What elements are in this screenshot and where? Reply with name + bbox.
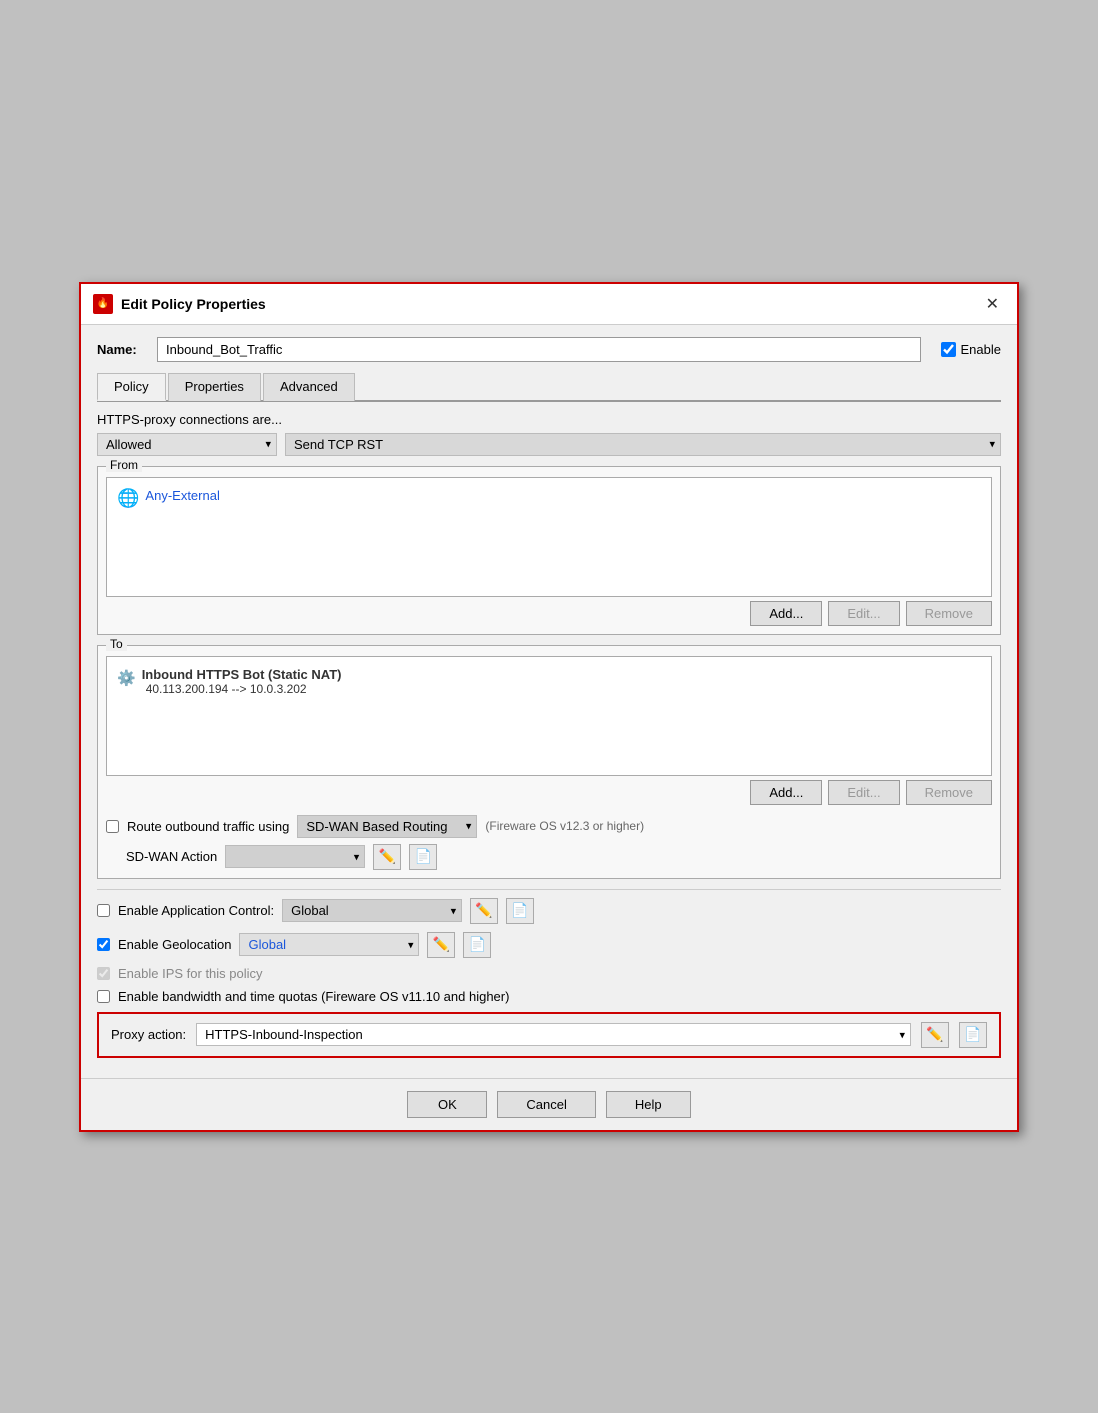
proxy-action-new-button[interactable]: 📄 bbox=[959, 1022, 987, 1048]
geolocation-wrapper: Global bbox=[239, 933, 419, 956]
route-note: (Fireware OS v12.3 or higher) bbox=[485, 819, 644, 833]
to-edit-button[interactable]: Edit... bbox=[828, 780, 899, 805]
from-add-button[interactable]: Add... bbox=[750, 601, 822, 626]
sdwan-action-wrapper bbox=[225, 845, 365, 868]
to-list[interactable]: ⚙️ Inbound HTTPS Bot (Static NAT) 40.113… bbox=[106, 656, 992, 776]
https-dropdowns: Allowed Denied Send TCP RST bbox=[97, 433, 1001, 456]
name-row: Name: Enable bbox=[97, 337, 1001, 362]
any-external-text: Any-External bbox=[145, 488, 219, 503]
to-item-icon: ⚙️ bbox=[117, 669, 136, 687]
tab-policy[interactable]: Policy bbox=[97, 373, 166, 401]
https-proxy-section: HTTPS-proxy connections are... Allowed D… bbox=[97, 412, 1001, 456]
enable-label: Enable bbox=[941, 342, 1001, 357]
dialog-title: Edit Policy Properties bbox=[121, 296, 266, 312]
tab-properties[interactable]: Properties bbox=[168, 373, 261, 401]
from-list[interactable]: 🌐 Any-External bbox=[106, 477, 992, 597]
ok-button[interactable]: OK bbox=[407, 1091, 487, 1118]
name-label: Name: bbox=[97, 342, 147, 357]
to-item-text: Inbound HTTPS Bot (Static NAT) 40.113.20… bbox=[142, 667, 342, 696]
sdwan-action-select[interactable] bbox=[225, 845, 365, 868]
dialog-content: Name: Enable Policy Properties Advanced … bbox=[81, 325, 1017, 1078]
from-section: From 🌐 Any-External Add... Edit... Remov… bbox=[97, 466, 1001, 635]
route-row: Route outbound traffic using SD-WAN Base… bbox=[106, 815, 992, 838]
bottom-controls: Enable Application Control: Global ✏️ 📄 … bbox=[97, 889, 1001, 1066]
to-section: To ⚙️ Inbound HTTPS Bot (Static NAT) 40.… bbox=[97, 645, 1001, 879]
help-button[interactable]: Help bbox=[606, 1091, 691, 1118]
app-control-checkbox[interactable] bbox=[97, 904, 110, 917]
https-label: HTTPS-proxy connections are... bbox=[97, 412, 1001, 427]
geolocation-new-button[interactable]: 📄 bbox=[463, 932, 491, 958]
app-control-row: Enable Application Control: Global ✏️ 📄 bbox=[97, 898, 1001, 924]
list-item: 🌐 Any-External bbox=[113, 484, 985, 513]
from-edit-button[interactable]: Edit... bbox=[828, 601, 899, 626]
route-label: Route outbound traffic using bbox=[127, 819, 289, 834]
app-control-wrapper: Global bbox=[282, 899, 462, 922]
from-btn-row: Add... Edit... Remove bbox=[106, 601, 992, 626]
ips-row: Enable IPS for this policy bbox=[97, 966, 1001, 981]
route-dropdown-wrapper: SD-WAN Based Routing bbox=[297, 815, 477, 838]
from-label: From bbox=[106, 458, 142, 472]
any-external-icon: 🌐 bbox=[117, 488, 139, 509]
footer-row: OK Cancel Help bbox=[81, 1078, 1017, 1130]
proxy-action-section: Proxy action: HTTPS-Inbound-Inspection ✏… bbox=[97, 1012, 1001, 1058]
proxy-action-label: Proxy action: bbox=[111, 1027, 186, 1042]
ips-checkbox[interactable] bbox=[97, 967, 110, 980]
https-allowed-select[interactable]: Allowed Denied bbox=[97, 433, 277, 456]
tab-bar: Policy Properties Advanced bbox=[97, 372, 1001, 402]
name-input[interactable] bbox=[157, 337, 921, 362]
allowed-select-wrapper: Allowed Denied bbox=[97, 433, 277, 456]
app-control-select[interactable]: Global bbox=[282, 899, 462, 922]
https-action-select[interactable]: Send TCP RST bbox=[285, 433, 1001, 456]
to-item-secondary: 40.113.200.194 --> 10.0.3.202 bbox=[146, 682, 342, 696]
send-tcp-rst-wrapper: Send TCP RST bbox=[285, 433, 1001, 456]
title-bar-left: 🔥 Edit Policy Properties bbox=[93, 294, 266, 314]
edit-policy-dialog: 🔥 Edit Policy Properties ✕ Name: Enable … bbox=[79, 282, 1019, 1132]
geolocation-checkbox[interactable] bbox=[97, 938, 110, 951]
close-button[interactable]: ✕ bbox=[980, 292, 1005, 316]
geolocation-label: Enable Geolocation bbox=[118, 937, 231, 952]
route-dropdown[interactable]: SD-WAN Based Routing bbox=[297, 815, 477, 838]
bandwidth-checkbox[interactable] bbox=[97, 990, 110, 1003]
proxy-action-edit-button[interactable]: ✏️ bbox=[921, 1022, 949, 1048]
app-control-new-button[interactable]: 📄 bbox=[506, 898, 534, 924]
proxy-action-wrapper: HTTPS-Inbound-Inspection bbox=[196, 1023, 911, 1046]
proxy-action-select[interactable]: HTTPS-Inbound-Inspection bbox=[196, 1023, 911, 1046]
list-item: ⚙️ Inbound HTTPS Bot (Static NAT) 40.113… bbox=[113, 663, 985, 700]
enable-checkbox[interactable] bbox=[941, 342, 956, 357]
bandwidth-row: Enable bandwidth and time quotas (Firewa… bbox=[97, 989, 1001, 1004]
bandwidth-label: Enable bandwidth and time quotas (Firewa… bbox=[118, 989, 509, 1004]
geolocation-select[interactable]: Global bbox=[239, 933, 419, 956]
tab-advanced[interactable]: Advanced bbox=[263, 373, 355, 401]
app-icon: 🔥 bbox=[93, 294, 113, 314]
title-bar: 🔥 Edit Policy Properties ✕ bbox=[81, 284, 1017, 325]
sdwan-action-label: SD-WAN Action bbox=[126, 849, 217, 864]
to-label: To bbox=[106, 637, 127, 651]
app-control-label: Enable Application Control: bbox=[118, 903, 274, 918]
cancel-button[interactable]: Cancel bbox=[497, 1091, 595, 1118]
to-item-bold: Inbound HTTPS Bot (Static NAT) bbox=[142, 667, 342, 682]
app-control-edit-button[interactable]: ✏️ bbox=[470, 898, 498, 924]
from-remove-button[interactable]: Remove bbox=[906, 601, 992, 626]
route-checkbox[interactable] bbox=[106, 820, 119, 833]
geolocation-row: Enable Geolocation Global ✏️ 📄 bbox=[97, 932, 1001, 958]
ips-label: Enable IPS for this policy bbox=[118, 966, 263, 981]
geolocation-edit-button[interactable]: ✏️ bbox=[427, 932, 455, 958]
sdwan-edit-button[interactable]: ✏️ bbox=[373, 844, 401, 870]
to-remove-button[interactable]: Remove bbox=[906, 780, 992, 805]
sdwan-action-row: SD-WAN Action ✏️ 📄 bbox=[126, 844, 992, 870]
sdwan-new-button[interactable]: 📄 bbox=[409, 844, 437, 870]
to-btn-row: Add... Edit... Remove bbox=[106, 780, 992, 805]
to-add-button[interactable]: Add... bbox=[750, 780, 822, 805]
route-section: Route outbound traffic using SD-WAN Base… bbox=[106, 815, 992, 870]
policy-tab-content: HTTPS-proxy connections are... Allowed D… bbox=[97, 412, 1001, 1066]
